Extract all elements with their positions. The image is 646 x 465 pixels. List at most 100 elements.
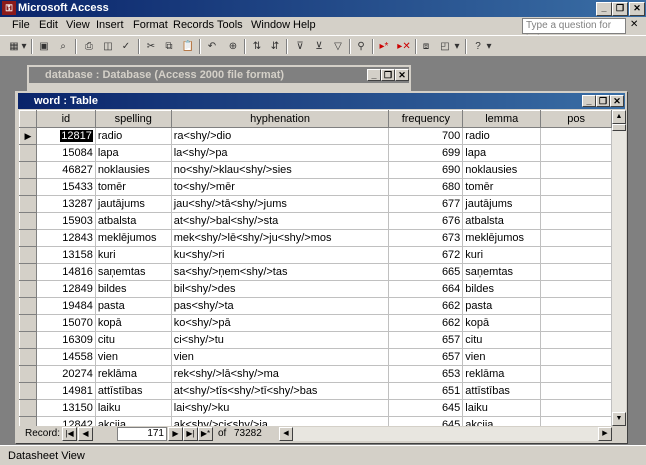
table-row[interactable]: 13287 jautājums jau<shy/>tā<shy/>jums 677 ja… xyxy=(19,195,612,213)
cell-hyphenation[interactable]: ak<shy/>ci<shy/>ja xyxy=(171,416,390,426)
row-selector[interactable] xyxy=(19,212,37,230)
cell-pos[interactable] xyxy=(540,348,612,366)
cell-lemma[interactable]: meklējumos xyxy=(462,229,542,247)
first-record-icon[interactable]: |◀ xyxy=(62,427,77,441)
cell-lemma[interactable]: atbalsta xyxy=(462,212,542,230)
menu-window[interactable]: Window xyxy=(251,19,290,31)
row-selector[interactable] xyxy=(19,263,37,281)
cell-frequency[interactable]: 657 xyxy=(388,348,464,366)
cell-spelling[interactable]: attīstības xyxy=(95,382,172,400)
cell-spelling[interactable]: jautājums xyxy=(95,195,172,213)
close-button[interactable]: ✕ xyxy=(629,2,645,16)
row-selector[interactable] xyxy=(19,382,37,400)
cell-hyphenation[interactable]: vien xyxy=(171,348,390,366)
scroll-up-icon[interactable]: ▲ xyxy=(612,110,626,124)
cell-pos[interactable] xyxy=(540,399,612,417)
cell-spelling[interactable]: bildes xyxy=(95,280,172,298)
cell-frequency[interactable]: 690 xyxy=(388,161,464,179)
cell-hyphenation[interactable]: ci<shy/>tu xyxy=(171,331,390,349)
cell-pos[interactable] xyxy=(540,297,612,315)
row-selector[interactable] xyxy=(19,144,37,162)
cell-id[interactable]: 20274 xyxy=(36,365,96,383)
column-header-frequency[interactable]: frequency xyxy=(388,110,464,128)
cell-hyphenation[interactable]: bil<shy/>des xyxy=(171,280,390,298)
last-record-icon[interactable]: ▶| xyxy=(183,427,198,441)
horizontal-scrollbar[interactable]: ◀ ▶ xyxy=(279,427,612,441)
row-selector[interactable] xyxy=(19,178,37,196)
cell-spelling[interactable]: citu xyxy=(95,331,172,349)
row-selector[interactable] xyxy=(19,416,37,426)
cell-pos[interactable] xyxy=(540,195,612,213)
help-icon[interactable]: ? xyxy=(470,39,486,54)
cell-hyphenation[interactable]: ko<shy/>pā xyxy=(171,314,390,332)
restore-button[interactable]: ❐ xyxy=(612,2,628,16)
ask-question-input[interactable]: Type a question for help xyxy=(522,18,626,45)
cell-id[interactable]: 14981 xyxy=(36,382,96,400)
cell-spelling[interactable]: lapa xyxy=(95,144,172,162)
row-selector[interactable] xyxy=(19,229,37,247)
row-selector[interactable] xyxy=(19,195,37,213)
cell-lemma[interactable]: vien xyxy=(462,348,542,366)
cell-hyphenation[interactable]: at<shy/>bal<shy/>sta xyxy=(171,212,390,230)
cell-hyphenation[interactable]: sa<shy/>ņem<shy/>tas xyxy=(171,263,390,281)
table-row[interactable]: 14981 attīstības at<shy/>tīs<shy/>tī<shy/>… xyxy=(19,382,612,400)
cell-lemma[interactable]: jautājums xyxy=(462,195,542,213)
cell-id[interactable]: 19484 xyxy=(36,297,96,315)
table-row[interactable]: 46827 noklausies no<shy/>klau<shy/>sies 690… xyxy=(19,161,612,179)
cell-pos[interactable] xyxy=(540,161,612,179)
cell-id[interactable]: 14558 xyxy=(36,348,96,366)
cell-id[interactable]: 12849 xyxy=(36,280,96,298)
delete-record-icon[interactable]: ▸✕ xyxy=(396,39,412,54)
row-selector[interactable] xyxy=(19,246,37,264)
next-record-icon[interactable]: ▶ xyxy=(168,427,183,441)
menu-records[interactable]: Records xyxy=(173,19,214,31)
cell-hyphenation[interactable]: jau<shy/>tā<shy/>jums xyxy=(171,195,390,213)
cell-pos[interactable] xyxy=(540,127,612,145)
cell-id[interactable]: 15084 xyxy=(36,144,96,162)
scroll-right-icon[interactable]: ▶ xyxy=(598,427,612,441)
table-row[interactable]: 12843 meklējumos mek<shy/>lē<shy/>ju<shy/>… xyxy=(19,229,612,247)
menu-file[interactable]: File xyxy=(12,19,30,31)
cell-frequency[interactable]: 645 xyxy=(388,416,464,426)
table-row[interactable]: 12842 akcija ak<shy/>ci<shy/>ja 645 akcija xyxy=(19,416,612,426)
cell-hyphenation[interactable]: la<shy/>pa xyxy=(171,144,390,162)
cell-spelling[interactable]: kopā xyxy=(95,314,172,332)
menu-help[interactable]: Help xyxy=(293,19,316,31)
table-row[interactable]: 20274 reklāma rek<shy/>lā<shy/>ma 653 reklām… xyxy=(19,365,612,383)
cell-hyphenation[interactable]: ra<shy/>dio xyxy=(171,127,390,145)
current-record-indicator-icon[interactable]: ▶ xyxy=(19,127,37,145)
table-row[interactable]: 15070 kopā ko<shy/>pā 662 kopā xyxy=(19,314,612,332)
copy-icon[interactable]: ⧉ xyxy=(161,39,177,54)
cell-lemma[interactable]: attīstības xyxy=(462,382,542,400)
row-selector[interactable] xyxy=(19,399,37,417)
cell-frequency[interactable]: 662 xyxy=(388,297,464,315)
new-record-icon[interactable]: ▸* xyxy=(376,39,392,54)
table-close-button[interactable]: ✕ xyxy=(610,95,624,107)
cell-id[interactable]: 12843 xyxy=(36,229,96,247)
cell-pos[interactable] xyxy=(540,331,612,349)
cell-id[interactable]: 13150 xyxy=(36,399,96,417)
cell-frequency[interactable]: 651 xyxy=(388,382,464,400)
cell-lemma[interactable]: bildes xyxy=(462,280,542,298)
scroll-down-icon[interactable]: ▼ xyxy=(612,412,626,426)
cell-lemma[interactable]: laiku xyxy=(462,399,542,417)
cell-pos[interactable] xyxy=(540,382,612,400)
db-close-button[interactable]: ✕ xyxy=(395,69,409,81)
menu-format[interactable]: Format xyxy=(133,19,168,31)
cell-spelling[interactable]: vien xyxy=(95,348,172,366)
table-row[interactable]: 15433 tomēr to<shy/>mēr 680 tomēr xyxy=(19,178,612,196)
cell-spelling[interactable]: atbalsta xyxy=(95,212,172,230)
cell-pos[interactable] xyxy=(540,246,612,264)
column-header-spelling[interactable]: spelling xyxy=(94,110,172,128)
cell-hyphenation[interactable]: to<shy/>mēr xyxy=(171,178,390,196)
cell-hyphenation[interactable]: pas<shy/>ta xyxy=(171,297,390,315)
cell-pos[interactable] xyxy=(540,416,612,426)
row-selector[interactable] xyxy=(19,297,37,315)
database-window-title[interactable]: database : Database (Access 2000 file fo… xyxy=(29,67,409,83)
cell-lemma[interactable]: lapa xyxy=(462,144,542,162)
cell-spelling[interactable]: radio xyxy=(95,127,172,145)
menu-tools[interactable]: Tools xyxy=(217,19,243,31)
hyperlink-icon[interactable]: ⊕ xyxy=(225,39,241,54)
sort-descending-icon[interactable]: ⇵ xyxy=(267,39,283,54)
table-row[interactable]: 16309 citu ci<shy/>tu 657 citu xyxy=(19,331,612,349)
